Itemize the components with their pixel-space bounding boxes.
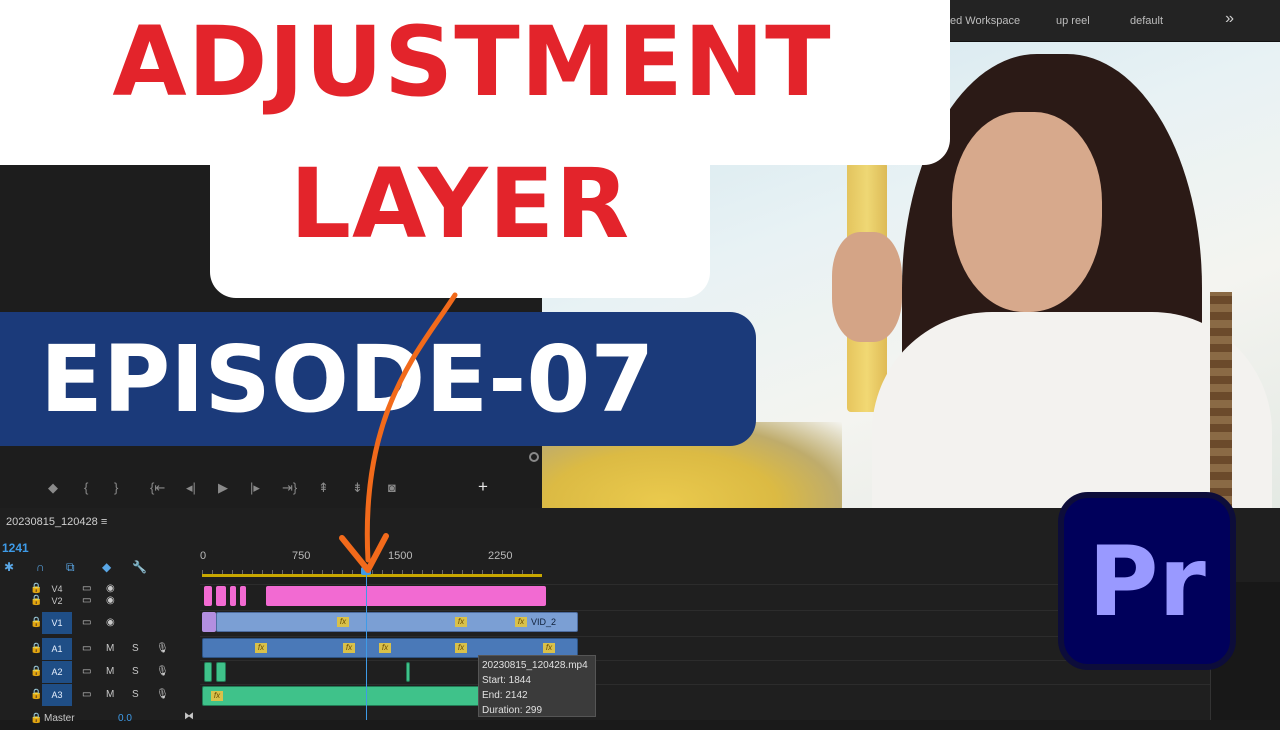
mark-in-icon[interactable]: { (84, 480, 88, 495)
play-icon[interactable]: ▶ (218, 480, 228, 496)
master-volume[interactable]: 0.0 (118, 713, 132, 724)
video-clip[interactable]: fx fx fx VID_2 (216, 612, 578, 632)
lock-icon[interactable]: 🔒 (30, 643, 42, 654)
sync-lock-icon[interactable]: ▭ (82, 595, 91, 606)
eye-icon[interactable]: ◉ (106, 595, 115, 606)
clip-name: VID_2 (531, 617, 557, 627)
snap-icon[interactable]: ∩ (36, 560, 45, 574)
track-header-a3: 🔒 A3 ▭ M S 🎙 (0, 684, 200, 706)
mute-button[interactable]: M (106, 643, 114, 654)
playhead-timecode[interactable]: 1241 (2, 541, 29, 555)
video-clip[interactable] (204, 586, 212, 606)
nest-icon[interactable]: ✱ (4, 560, 14, 574)
step-back-icon[interactable]: ◂| (186, 480, 196, 496)
ruler-label: 750 (292, 550, 311, 562)
solo-button[interactable]: S (132, 666, 139, 677)
track-name[interactable]: A1 (42, 638, 72, 660)
add-marker-icon[interactable]: ◆ (48, 480, 58, 496)
track-header-v1: 🔒 V1 ▭ ◉ (0, 612, 200, 634)
mark-out-icon[interactable]: } (114, 480, 118, 495)
subject-hand (832, 232, 902, 342)
fx-badge: fx (337, 617, 349, 627)
sequence-tab[interactable]: 20230815_120428 ≡ (6, 516, 107, 528)
workspace-tab-default[interactable]: default (1130, 15, 1163, 27)
button-editor-icon[interactable]: + (478, 477, 488, 497)
solo-button[interactable]: S (132, 643, 139, 654)
mute-button[interactable]: M (106, 689, 114, 700)
track-header-master: 🔒 Master 0.0 ⧓ (0, 708, 200, 730)
audio-clip[interactable] (406, 662, 410, 682)
adjustment-layer-clip[interactable] (266, 586, 546, 606)
fx-badge: fx (455, 643, 467, 653)
fx-badge: fx (343, 643, 355, 653)
more-workspaces-icon[interactable]: » (1225, 10, 1234, 28)
track-header-a2: 🔒 A2 ▭ M S 🎙 (0, 661, 200, 683)
lock-icon[interactable]: 🔒 (30, 595, 42, 606)
track-name[interactable]: A3 (42, 684, 72, 706)
mic-icon[interactable]: 🎙 (156, 666, 169, 677)
ruler-label: 2250 (488, 550, 513, 562)
mic-icon[interactable]: 🎙 (156, 643, 169, 654)
fx-badge: fx (543, 643, 555, 653)
title-line-1: ADJUSTMENT (112, 6, 832, 118)
fx-badge: fx (255, 643, 267, 653)
mute-button[interactable]: M (106, 666, 114, 677)
master-end-icon[interactable]: ⧓ (184, 711, 194, 722)
sync-lock-icon[interactable]: ▭ (82, 689, 91, 700)
lock-icon[interactable]: 🔒 (30, 617, 42, 628)
audio-clip[interactable] (216, 662, 226, 682)
video-clip[interactable] (230, 586, 236, 606)
ruler-label: 0 (200, 550, 207, 562)
workspace-tab-edited[interactable]: ed Workspace (950, 15, 1020, 27)
lock-icon[interactable]: 🔒 (30, 666, 42, 677)
track-name[interactable]: V1 (42, 612, 72, 634)
clip-info-tooltip: 20230815_120428.mp4 Start: 1844 End: 214… (478, 655, 596, 717)
fx-badge: fx (211, 691, 223, 701)
workspace-bar: ed Workspace up reel default » (940, 0, 1280, 42)
track-name[interactable]: A2 (42, 661, 72, 683)
step-forward-icon[interactable]: |▸ (250, 480, 260, 496)
go-to-in-icon[interactable]: {⇤ (150, 480, 165, 496)
track-header-a1: 🔒 A1 ▭ M S 🎙 (0, 638, 200, 660)
add-marker-tl-icon[interactable]: ◆ (102, 560, 111, 574)
scroll-knob[interactable] (529, 452, 539, 462)
lane-a3: fx (200, 684, 1280, 706)
playhead-line[interactable] (366, 574, 367, 720)
tooltip-file: 20230815_120428.mp4 (482, 660, 588, 671)
sync-lock-icon[interactable]: ▭ (82, 643, 91, 654)
eye-icon[interactable]: ◉ (106, 617, 115, 628)
track-name[interactable]: V2 (42, 590, 72, 612)
fx-badge: fx (515, 617, 527, 627)
logo-text: Pr (1088, 526, 1206, 638)
linked-selection-icon[interactable]: ⧉ (66, 560, 75, 575)
track-header-v2: 🔒 V2 ▭ ◉ (0, 590, 200, 612)
fx-badge: fx (455, 617, 467, 627)
audio-clip[interactable] (204, 662, 212, 682)
fx-badge: fx (379, 643, 391, 653)
master-label: Master (44, 713, 75, 724)
wrench-icon[interactable]: 🔧 (132, 560, 147, 574)
video-clip[interactable] (216, 586, 226, 606)
tooltip-duration: Duration: 299 (482, 705, 543, 716)
video-clip[interactable] (202, 612, 216, 632)
go-to-out-icon[interactable]: ⇥} (282, 480, 297, 496)
solo-button[interactable]: S (132, 689, 139, 700)
workspace-tab-up-reel[interactable]: up reel (1056, 15, 1090, 27)
tooltip-start: Start: 1844 (482, 675, 531, 686)
lock-icon[interactable]: 🔒 (30, 689, 42, 700)
mic-icon[interactable]: 🎙 (156, 689, 169, 700)
lock-icon[interactable]: 🔒 (30, 713, 42, 724)
sync-lock-icon[interactable]: ▭ (82, 617, 91, 628)
pointer-arrow-icon (339, 292, 458, 573)
video-clip[interactable] (240, 586, 246, 606)
subject-face (952, 112, 1102, 312)
premiere-pro-logo: Pr (1058, 492, 1236, 670)
title-line-2: LAYER (289, 148, 631, 260)
sync-lock-icon[interactable]: ▭ (82, 666, 91, 677)
tooltip-end: End: 2142 (482, 690, 528, 701)
